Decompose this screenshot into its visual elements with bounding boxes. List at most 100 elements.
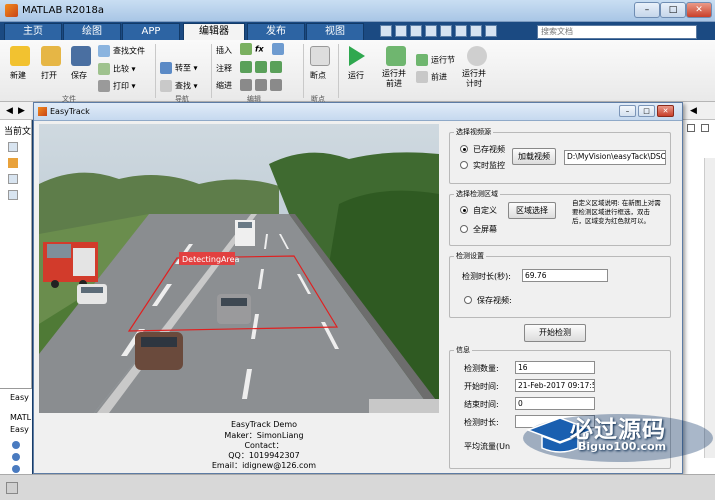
run-button[interactable]: 运行 [348, 70, 364, 81]
undo-qat-icon[interactable] [440, 25, 452, 37]
advance-icon [416, 71, 428, 83]
run-time-icon [467, 46, 487, 66]
close-button[interactable]: ✕ [686, 2, 712, 18]
run-section-button[interactable]: 运行节 [416, 54, 455, 66]
paste-qat-icon[interactable] [425, 25, 437, 37]
save-qat-icon[interactable] [380, 25, 392, 37]
video-display[interactable]: DetectingArea [39, 124, 439, 413]
fullscreen-radio[interactable] [460, 225, 468, 233]
print-button[interactable]: 打印 ▾ [98, 80, 136, 92]
copy-qat-icon[interactable] [410, 25, 422, 37]
custom-region-radio[interactable] [460, 206, 468, 214]
breakpoints-icon [310, 46, 330, 66]
run-play-icon [349, 46, 365, 66]
advance-button[interactable]: 前进 [416, 71, 447, 83]
uncomment-icon[interactable] [255, 61, 267, 73]
tab-home[interactable]: 主页 [4, 23, 62, 40]
path-dropdown-icon[interactable]: ◀ [690, 106, 697, 116]
load-video-button[interactable]: 加载视频 [512, 148, 556, 165]
run-advance-button[interactable]: 运行并 前进 [382, 69, 406, 89]
region-select-button[interactable]: 区域选择 [508, 202, 556, 219]
goto-arrow-icon [160, 62, 172, 74]
indent-decrease-icon[interactable] [270, 79, 282, 91]
tab-publish[interactable]: 发布 [247, 23, 305, 40]
tab-view[interactable]: 视图 [306, 23, 364, 40]
find-button[interactable]: 查找 ▾ [160, 80, 198, 92]
file-icon[interactable] [8, 142, 18, 152]
matlab-figure-icon [38, 107, 47, 116]
open-button[interactable]: 打开 [41, 70, 57, 81]
command-text: Easy [10, 425, 29, 434]
realtime-radio[interactable] [460, 161, 468, 169]
insert-menu-icon[interactable] [272, 43, 285, 55]
switch-windows-icon[interactable] [470, 25, 482, 37]
credits-email: Email：idignew@126.com [211, 461, 317, 470]
video-path-field[interactable]: D:\MyVision\easyTack\DSCN70 [564, 150, 666, 165]
comment-icon[interactable] [240, 61, 252, 73]
forward-arrow-icon[interactable]: ▶ [18, 106, 25, 116]
goto-button[interactable]: 转至 ▾ [160, 62, 198, 74]
help-qat-icon[interactable] [485, 25, 497, 37]
redo-qat-icon[interactable] [455, 25, 467, 37]
new-button[interactable]: 新建 [10, 70, 26, 81]
watermark-text: 必过源码 [570, 417, 666, 443]
maximize-button[interactable]: □ [660, 2, 686, 18]
command-window-label: Easy [10, 393, 29, 402]
region-description: 自定义区域说明: 在新图上对需要检测区域进行框选，双击后，区域变为红色就可以。 [572, 199, 661, 225]
dialog-maximize-button[interactable]: □ [638, 105, 655, 117]
start-time-field[interactable]: 21-Feb-2017 09:17:52 [515, 379, 595, 392]
custom-region-label: 自定义 [473, 206, 497, 215]
detection-area-label: DetectingArea [182, 255, 240, 264]
tab-apps[interactable]: APP [122, 23, 180, 40]
fx-icon[interactable]: fx [255, 45, 264, 54]
insert-button[interactable]: 插入 [216, 45, 232, 56]
cut-qat-icon[interactable] [395, 25, 407, 37]
ribbon-separator [338, 44, 339, 98]
editor-ribbon: 新建 打开 保存 查找文件 比较 ▾ 打印 ▾ 文件 转至 ▾ 查找 ▾ 导航 … [0, 40, 715, 103]
find-files-button[interactable]: 查找文件 [98, 45, 145, 57]
panel-toggle-icon[interactable] [687, 124, 695, 132]
ribbon-tabs: 主页 绘图 APP 编辑器 发布 视图 搜索文档 [0, 22, 715, 41]
ribbon-separator [303, 44, 304, 98]
run-section-icon [416, 54, 428, 66]
title-bar: MATLAB R2018a – □ ✕ [0, 0, 715, 22]
compare-button[interactable]: 比较 ▾ [98, 63, 136, 75]
info-legend: 信息 [454, 345, 472, 355]
dialog-close-button[interactable]: ✕ [657, 105, 674, 117]
file-icon[interactable] [8, 174, 18, 184]
panel-close-icon[interactable] [701, 124, 709, 132]
find-icon [160, 80, 172, 92]
back-arrow-icon[interactable]: ◀ [6, 106, 13, 116]
folder-icon[interactable] [8, 158, 18, 168]
save-video-radio[interactable] [464, 296, 472, 304]
dialog-minimize-button[interactable]: – [619, 105, 636, 117]
start-detection-button[interactable]: 开始检测 [524, 324, 586, 342]
video-source-legend: 选择视频源 [454, 127, 493, 137]
credits-title: EasyTrack Demo [230, 420, 298, 429]
watermark-subtext: Biguo100.com [578, 440, 667, 453]
file-icon[interactable] [8, 190, 18, 200]
save-icon [71, 46, 91, 66]
count-field[interactable]: 16 [515, 361, 595, 374]
video-source-panel: 选择视频源 已存视频 实时监控 加载视频 D:\MyVision\easyTac… [449, 127, 671, 184]
breakpoints-button[interactable]: 断点 [310, 70, 326, 81]
insert-section-icon[interactable] [240, 43, 252, 55]
matlab-logo-icon [5, 4, 18, 17]
tab-plots[interactable]: 绘图 [63, 23, 121, 40]
detect-duration-field[interactable]: 69.76 [522, 269, 608, 282]
wrap-comments-icon[interactable] [270, 61, 282, 73]
comment-button[interactable]: 注释 [216, 63, 232, 74]
command-text: MATL [10, 413, 32, 422]
avg-flow-label: 平均流量(Un [464, 442, 511, 451]
save-button[interactable]: 保存 [71, 70, 87, 81]
search-docs-input[interactable]: 搜索文档 [537, 25, 697, 39]
edit-tools: fx [240, 43, 300, 55]
run-time-button[interactable]: 运行并 计时 [462, 69, 486, 89]
start-time-label: 开始时间: [464, 382, 499, 391]
indent-increase-icon[interactable] [255, 79, 267, 91]
indent-button[interactable]: 缩进 [216, 80, 232, 91]
existing-video-radio[interactable] [460, 145, 468, 153]
smart-indent-icon[interactable] [240, 79, 252, 91]
minimize-button[interactable]: – [634, 2, 660, 18]
tab-editor[interactable]: 编辑器 [183, 23, 245, 41]
